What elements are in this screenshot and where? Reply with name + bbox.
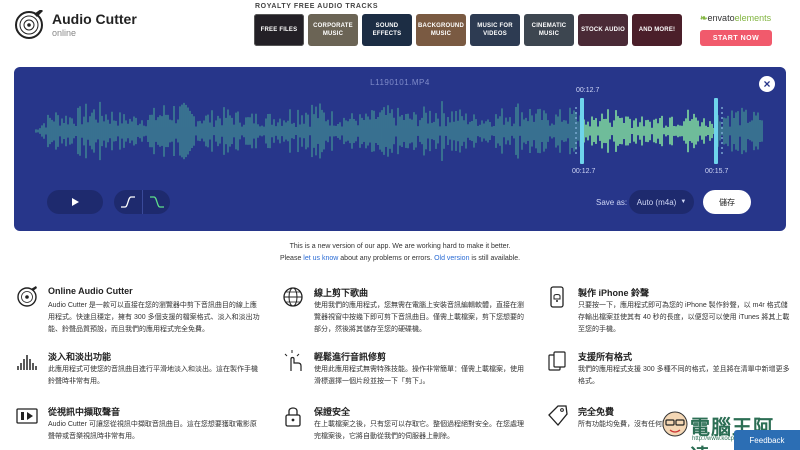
- vinyl-record-icon: [17, 286, 37, 307]
- feature-title: Online Audio Cutter: [48, 286, 133, 296]
- fade-controls: [114, 190, 170, 214]
- save-button[interactable]: 儲存: [703, 190, 751, 214]
- video-icon: [16, 408, 38, 424]
- notice-end: is still available.: [471, 255, 521, 262]
- notice-please: Please: [279, 255, 302, 262]
- feature-description: 使用我們的應用程式，您無需在電腦上安裝音訊編輯軟體，直接在瀏覽器視窗中按幾下即可…: [314, 302, 524, 333]
- old-version-link[interactable]: Old version: [434, 255, 469, 262]
- fade-in-button[interactable]: [114, 190, 142, 214]
- feature-title: 從視訊中擷取聲音: [48, 407, 121, 417]
- mascot-icon: [662, 411, 688, 437]
- app-status: online: [52, 28, 77, 38]
- envato-logo[interactable]: ❧envatoelements: [700, 13, 771, 24]
- selection-start-handle[interactable]: [580, 98, 584, 164]
- notice-mid: about any problems or errors.: [340, 255, 433, 262]
- feature-title: 保證安全: [314, 407, 351, 417]
- ad-heading: ROYALTY FREE AUDIO TRACKS: [255, 3, 379, 10]
- feature-title: 完全免費: [578, 407, 615, 417]
- save-as-label: Save as:: [596, 198, 628, 207]
- ad-tiles: FREE FILES CORPORATE MUSIC SOUND EFFECTS BA…: [254, 14, 682, 46]
- ad-tile[interactable]: FREE FILES: [254, 14, 304, 46]
- ad-tile[interactable]: CORPORATE MUSIC: [308, 14, 358, 46]
- vinyl-logo-icon[interactable]: [14, 10, 44, 40]
- let-us-know-link[interactable]: let us know: [303, 255, 338, 262]
- play-button[interactable]: [47, 190, 103, 214]
- files-icon: [548, 351, 566, 371]
- selection-end-time: 00:15.7: [705, 168, 729, 175]
- phone-bell-icon: [550, 286, 564, 308]
- ad-tile[interactable]: CINEMATIC MUSIC: [524, 14, 574, 46]
- feature-description: 此應用程式可使您的音訊曲目進行平滑地淡入和淡出。這在製作手機鈴聲時非常有用。: [48, 366, 258, 385]
- feature-title: 製作 iPhone 鈴聲: [578, 288, 650, 298]
- ad-tile[interactable]: BACKGROUND MUSIC: [416, 14, 466, 46]
- feature-title: 線上剪下歌曲: [314, 288, 369, 298]
- ad-tile[interactable]: MUSIC FOR VIDEOS: [470, 14, 520, 46]
- header: Audio Cutter online ROYALTY FREE AUDIO T…: [0, 0, 800, 56]
- feature-description: 只要按一下，應用程式即可為您的 iPhone 製作鈴聲，以 m4r 格式儲存輸出…: [578, 302, 790, 333]
- lock-icon: [285, 407, 301, 427]
- free-tag-icon: [548, 405, 568, 426]
- feature-description: 我們的應用程式支援 300 多種不同的格式，並且將在清單中新增更多格式。: [578, 366, 790, 385]
- feature-description: Audio Cutter 可讓您從視訊中擷取音訊曲目。這在您想要獲取電影原聲帶或…: [48, 421, 257, 440]
- fade-in-icon: [121, 196, 135, 208]
- selection-start-time-top: 00:12.7: [576, 87, 600, 94]
- feature-description: Audio Cutter 是一款可以直接在您的瀏覽器中剪下音訊曲目的線上應用程式…: [48, 302, 260, 333]
- fade-out-icon: [149, 196, 164, 208]
- notice-line-2: Please let us know about any problems or…: [0, 255, 800, 262]
- feature-title: 淡入和淡出功能: [48, 352, 112, 362]
- selection-start-time: 00:12.7: [572, 168, 596, 175]
- fade-waves-icon: [17, 355, 37, 370]
- feature-description: 使用此應用程式無需特殊技能。操作非常簡單：僅需上載檔案，使用滑標選擇一個片段並按…: [314, 366, 524, 385]
- ad-tile[interactable]: STOCK AUDIO: [578, 14, 628, 46]
- feature-title: 支援所有格式: [578, 352, 633, 362]
- close-icon[interactable]: ×: [759, 76, 775, 92]
- notice-line-1: This is a new version of our app. We are…: [289, 243, 511, 250]
- envato-brand: envato: [707, 13, 735, 23]
- format-select[interactable]: Auto (m4a) ▼: [629, 190, 694, 214]
- feature-description: 在上載檔案之後，只有您可以存取它。整個過程絕對安全。在您處理完檔案後，它將自動從…: [314, 421, 524, 440]
- envato-leaf-icon: ❧: [700, 13, 708, 23]
- fade-out-button[interactable]: [142, 190, 170, 214]
- format-value: Auto (m4a): [636, 197, 677, 207]
- feedback-button[interactable]: Feedback: [734, 430, 800, 450]
- file-name: L1190101.MP4: [370, 78, 430, 87]
- envato-brand-suffix: elements: [734, 13, 772, 23]
- app-title[interactable]: Audio Cutter: [52, 11, 137, 27]
- ad-tile[interactable]: AND MORE!: [632, 14, 682, 46]
- selection-end-handle[interactable]: [714, 98, 718, 164]
- touch-hand-icon: [284, 350, 302, 371]
- feature-title: 輕鬆進行音訊修剪: [314, 352, 387, 362]
- audio-editor: L1190101.MP4 × 00:12.7 00:12.7 00:15.7 S…: [14, 67, 786, 231]
- ad-tile[interactable]: SOUND EFFECTS: [362, 14, 412, 46]
- globe-icon: [283, 287, 303, 307]
- chevron-down-icon: ▼: [680, 199, 687, 205]
- play-icon: [72, 198, 79, 206]
- start-now-button[interactable]: START NOW: [700, 30, 772, 46]
